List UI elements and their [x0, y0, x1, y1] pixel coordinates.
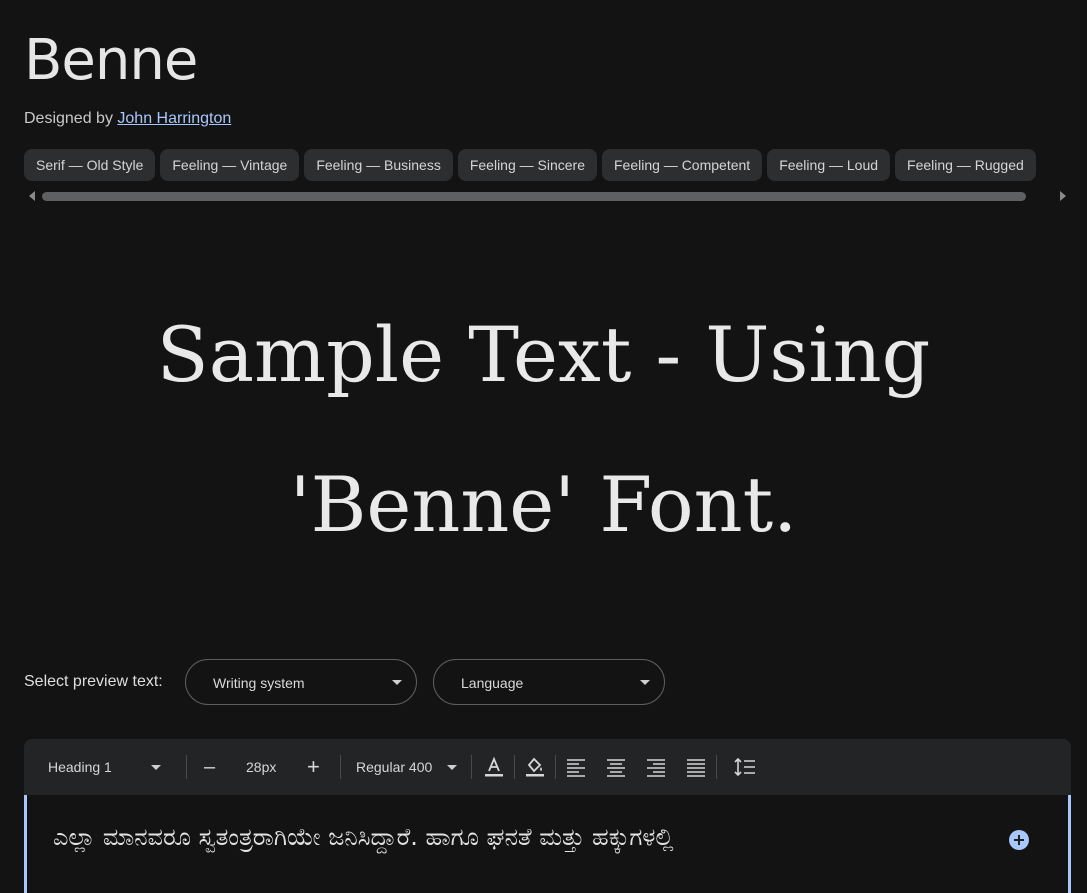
designed-by-prefix: Designed by: [24, 110, 113, 127]
language-select[interactable]: Language: [433, 659, 665, 705]
tag-chip[interactable]: Feeling — Vintage: [160, 149, 300, 181]
background-color-icon[interactable]: [523, 755, 547, 779]
align-left-icon[interactable]: [564, 755, 588, 779]
scroll-right-arrow-icon[interactable]: [1060, 191, 1066, 201]
chevron-down-icon: [151, 765, 161, 770]
line-height-icon[interactable]: [733, 755, 757, 779]
tag-chip[interactable]: Serif — Old Style: [24, 149, 156, 181]
toolbar-divider: [514, 755, 515, 779]
chevron-down-icon: [447, 765, 457, 770]
toolbar-divider: [186, 755, 187, 779]
designer-link[interactable]: John Harrington: [117, 110, 231, 127]
decrease-size-button[interactable]: –: [204, 739, 215, 795]
text-style-label: Heading 1: [48, 759, 112, 775]
tag-chip[interactable]: Feeling — Sincere: [457, 149, 597, 181]
tag-chip[interactable]: Feeling — Rugged: [895, 149, 1036, 181]
preview-select-label: Select preview text:: [24, 673, 163, 690]
font-weight-label: Regular 400: [356, 759, 433, 775]
tag-chip[interactable]: Feeling — Loud: [767, 149, 891, 181]
preview-text-editor[interactable]: ಎಲ್ಲಾ ಮಾನವರೂ ಸ್ವತಂತ್ರರಾಗಿಯೇ ಜನಿಸಿದ್ದಾರೆ.…: [24, 795, 1071, 893]
add-plus-icon[interactable]: [1009, 830, 1029, 850]
tag-chip[interactable]: Feeling — Competent: [602, 149, 763, 181]
chevron-down-icon: [640, 680, 650, 685]
chevron-down-icon: [392, 680, 402, 685]
align-justify-icon[interactable]: [684, 755, 708, 779]
editor-preview-text[interactable]: ಎಲ್ಲಾ ಮಾನವರೂ ಸ್ವತಂತ್ರರಾಗಿಯೇ ಜನಿಸಿದ್ದಾರೆ.…: [53, 823, 674, 851]
align-center-icon[interactable]: [604, 755, 628, 779]
toolbar-divider: [340, 755, 341, 779]
font-title: Benne: [24, 28, 198, 93]
toolbar-divider: [716, 755, 717, 779]
tag-chip-list: Serif — Old Style Feeling — Vintage Feelin…: [24, 149, 1087, 181]
tag-chip[interactable]: Feeling — Business: [304, 149, 453, 181]
font-size-value[interactable]: 28px: [246, 739, 276, 795]
increase-size-button[interactable]: +: [307, 739, 320, 795]
horizontal-scrollbar[interactable]: [42, 192, 1026, 201]
toolbar-divider: [555, 755, 556, 779]
scroll-left-arrow-icon[interactable]: [29, 191, 35, 201]
text-color-icon[interactable]: [482, 755, 506, 779]
align-right-icon[interactable]: [644, 755, 668, 779]
sample-text-preview: Sample Text - Using 'Benne' Font.: [156, 310, 931, 549]
writing-system-placeholder: Writing system: [213, 675, 305, 691]
writing-system-select[interactable]: Writing system: [185, 659, 417, 705]
language-placeholder: Language: [461, 675, 524, 691]
editor-toolbar: Heading 1 – 28px + Regular 400: [24, 739, 1071, 795]
designer-line: Designed by John Harrington: [24, 110, 231, 128]
toolbar-divider: [471, 755, 472, 779]
